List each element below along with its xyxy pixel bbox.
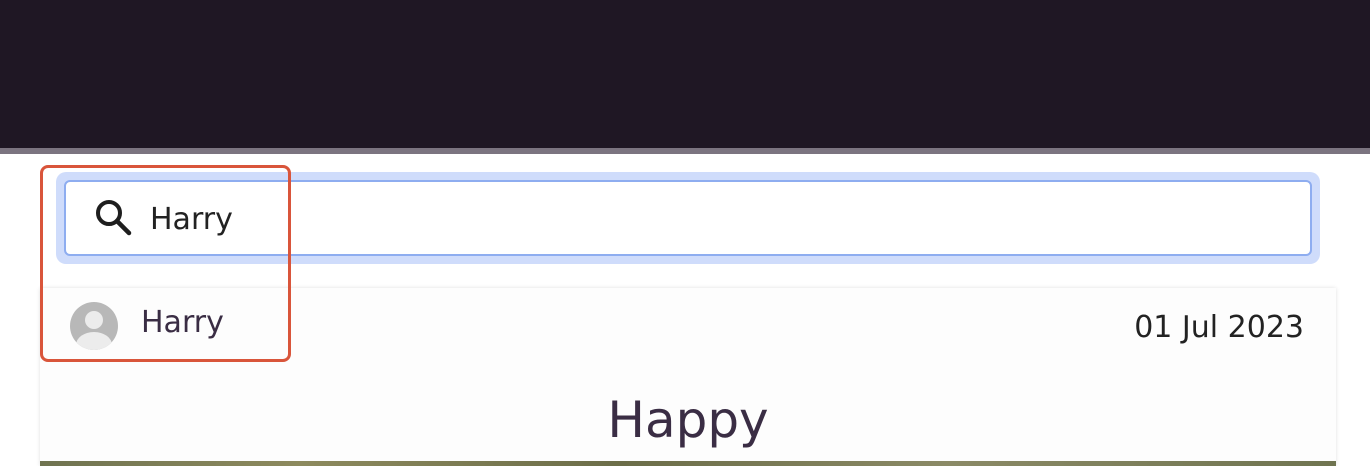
search-icon — [96, 200, 132, 236]
top-app-bar — [0, 0, 1370, 148]
top-bar-divider — [0, 148, 1370, 154]
post-author[interactable]: Harry — [141, 303, 224, 343]
post-image[interactable] — [40, 461, 1336, 466]
post-title[interactable]: Happy — [40, 388, 1336, 452]
avatar-head-icon — [85, 311, 103, 329]
avatar — [70, 302, 118, 350]
post-date: 01 Jul 2023 — [1134, 310, 1304, 345]
avatar-body-icon — [76, 332, 112, 350]
search-input[interactable] — [150, 194, 1290, 244]
